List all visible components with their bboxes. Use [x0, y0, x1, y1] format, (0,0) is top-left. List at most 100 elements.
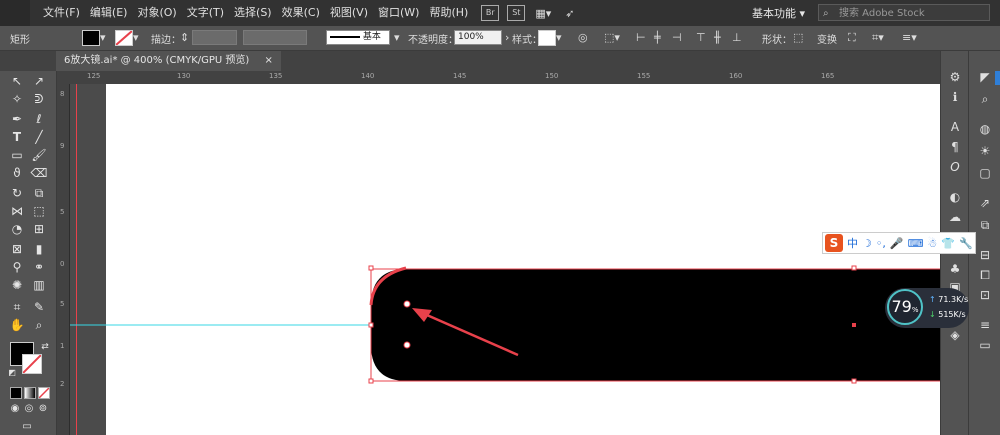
stock-search-input[interactable]: ⌕ 搜索 Adobe Stock — [818, 4, 990, 21]
pen-tool-icon[interactable]: ✒ — [8, 111, 26, 127]
style-dropdown-icon[interactable]: ▾ — [556, 31, 562, 44]
panel-menu-icon[interactable]: ≡▾ — [902, 31, 917, 44]
variable-width-profile[interactable] — [243, 30, 307, 45]
paragraph-icon[interactable]: ¶ — [945, 139, 965, 155]
stroke-color-box[interactable] — [22, 354, 42, 374]
microphone-icon[interactable]: 🎤 — [890, 237, 904, 250]
align-left-icon[interactable]: ⊢ — [636, 31, 646, 44]
graphic-style-swatch[interactable] — [538, 30, 556, 46]
width-tool-icon[interactable]: ⋈ — [8, 203, 26, 219]
transparency-icon[interactable]: ☀ — [975, 143, 995, 159]
screen-mode-icon[interactable]: ▭ — [18, 419, 36, 435]
sogou-logo[interactable]: S — [825, 234, 843, 252]
arrange-documents-icon[interactable]: ▦▾ — [535, 7, 551, 20]
fill-swatch[interactable] — [82, 30, 100, 46]
shape-label[interactable]: 形状： — [762, 31, 792, 46]
bridge-button[interactable]: Br — [481, 5, 500, 21]
symbols-icon[interactable]: ♣ — [945, 261, 965, 277]
eyedropper-icon[interactable]: ⚲ — [8, 259, 26, 275]
pathfinder-icon[interactable]: ⧠ — [975, 267, 995, 283]
keyboard-icon[interactable]: ⌨ — [908, 237, 924, 250]
align-to-icon[interactable]: ⬚▾ — [604, 31, 620, 44]
default-colors-icon[interactable]: ◩ — [3, 365, 21, 381]
rotate-tool-icon[interactable]: ↻ — [8, 185, 26, 201]
live-corner-widget[interactable] — [403, 300, 411, 308]
layers-icon[interactable]: ◈ — [945, 327, 965, 343]
transform-panel-icon[interactable]: ⊡ — [975, 287, 995, 303]
edit-corners-icon[interactable]: ⌗▾ — [872, 31, 884, 45]
isolate-icon[interactable]: ⛶ — [848, 31, 856, 45]
document-tab[interactable]: 6放大镜.ai* @ 400% (CMYK/GPU 预览) × — [56, 51, 281, 71]
cc-icon[interactable]: ◍ — [975, 121, 995, 137]
appearance-icon[interactable]: ◐ — [945, 189, 965, 205]
align-middle-v-icon[interactable]: ╫ — [714, 31, 721, 44]
user-icon[interactable]: ☃ — [927, 237, 937, 250]
curvature-tool-icon[interactable]: ℓ — [30, 111, 48, 127]
selection-handle[interactable] — [851, 265, 857, 271]
perspective-grid-icon[interactable]: ⊞ — [30, 221, 48, 237]
menu-view[interactable]: 视图(V) — [325, 0, 373, 26]
opacity-input[interactable]: 100% — [454, 30, 502, 45]
stroke-swatch[interactable] — [115, 30, 133, 46]
menu-lines-icon[interactable]: ≡ — [975, 317, 995, 333]
ime-toolbar[interactable]: S 中 ☽ ◦, 🎤 ⌨ ☃ 👕 🔧 — [822, 232, 976, 254]
brush-dropdown-icon[interactable]: ▾ — [394, 31, 400, 44]
align-center-h-icon[interactable]: ╪ — [654, 31, 661, 44]
selection-tool-icon[interactable]: ↖ — [8, 73, 26, 89]
gradient-mode-icon[interactable] — [24, 387, 36, 399]
zoom-tool-icon[interactable]: ⌕ — [30, 317, 48, 333]
shape-properties-icon[interactable]: ⬚ — [793, 31, 803, 44]
fill-dropdown-icon[interactable]: ▾ — [100, 31, 106, 44]
column-graph-icon[interactable]: ▥ — [30, 277, 48, 293]
info-icon[interactable]: ℹ — [945, 89, 965, 105]
menu-edit[interactable]: 编辑(E) — [85, 0, 133, 26]
wrench-icon[interactable]: 🔧 — [959, 237, 973, 250]
lasso-tool-icon[interactable]: ᕲ — [30, 91, 48, 107]
line-tool-icon[interactable]: ╱ — [30, 129, 48, 145]
ime-chinese-mode[interactable]: 中 — [847, 235, 858, 251]
recolor-artwork-icon[interactable]: ◎ — [578, 31, 588, 44]
gradient-tool-icon[interactable]: ▮ — [30, 241, 48, 257]
selection-handle[interactable] — [368, 265, 374, 271]
artboard-tool-icon[interactable]: ⌗ — [8, 299, 26, 315]
color-mode-icon[interactable] — [10, 387, 22, 399]
punctuation-icon[interactable]: ◦, — [876, 237, 886, 250]
brush-definition-field[interactable]: 基本 — [326, 30, 390, 45]
stroke-weight-field[interactable] — [192, 30, 237, 45]
export-icon[interactable]: ⇗ — [975, 195, 995, 211]
rocket-icon[interactable]: ➶ — [565, 7, 574, 20]
menu-effect[interactable]: 效果(C) — [277, 0, 325, 26]
align-panel-icon[interactable]: ⊟ — [975, 247, 995, 263]
character-icon[interactable]: A — [945, 119, 965, 135]
cc-libraries-icon[interactable]: ☁ — [945, 209, 965, 225]
menu-object[interactable]: 对象(O) — [132, 0, 181, 26]
layers-panel-icon[interactable]: ▭ — [975, 337, 995, 353]
stroke-panel-icon[interactable]: ▢ — [975, 165, 995, 181]
none-mode-icon[interactable] — [38, 387, 50, 399]
opacity-dropdown-icon[interactable]: › — [505, 31, 509, 44]
menu-window[interactable]: 窗口(W) — [373, 0, 424, 26]
direct-selection-tool-icon[interactable]: ↗ — [30, 73, 48, 89]
scale-tool-icon[interactable]: ⧉ — [30, 185, 48, 201]
selection-handle[interactable] — [368, 322, 374, 328]
ai-logo[interactable] — [0, 0, 30, 26]
type-tool-icon[interactable]: T — [8, 129, 26, 145]
skin-icon[interactable]: 👕 — [941, 237, 955, 250]
hand-tool-icon[interactable]: ✋ — [8, 317, 26, 333]
stroke-weight-stepper[interactable]: ⇕ — [180, 31, 189, 44]
swap-fill-stroke-icon[interactable]: ⇄ — [36, 339, 54, 355]
selection-handle[interactable] — [368, 378, 374, 384]
workspace-switcher[interactable]: 基本功能 ▾ — [752, 5, 805, 21]
shaper-tool-icon[interactable]: ϑ — [8, 165, 26, 181]
shape-builder-icon[interactable]: ◔ — [8, 221, 26, 237]
align-bottom-icon[interactable]: ⊥ — [732, 31, 742, 44]
opentype-icon[interactable]: O — [945, 159, 965, 175]
canvas-area[interactable] — [70, 84, 940, 435]
transform-label[interactable]: 变换 — [817, 31, 837, 46]
stock-button[interactable]: St — [507, 5, 526, 21]
menu-file[interactable]: 文件(F) — [38, 0, 85, 26]
mesh-tool-icon[interactable]: ⊠ — [8, 241, 26, 257]
blend-tool-icon[interactable]: ⚭ — [30, 259, 48, 275]
close-tab-icon[interactable]: × — [265, 55, 273, 66]
menu-help[interactable]: 帮助(H) — [424, 0, 473, 26]
